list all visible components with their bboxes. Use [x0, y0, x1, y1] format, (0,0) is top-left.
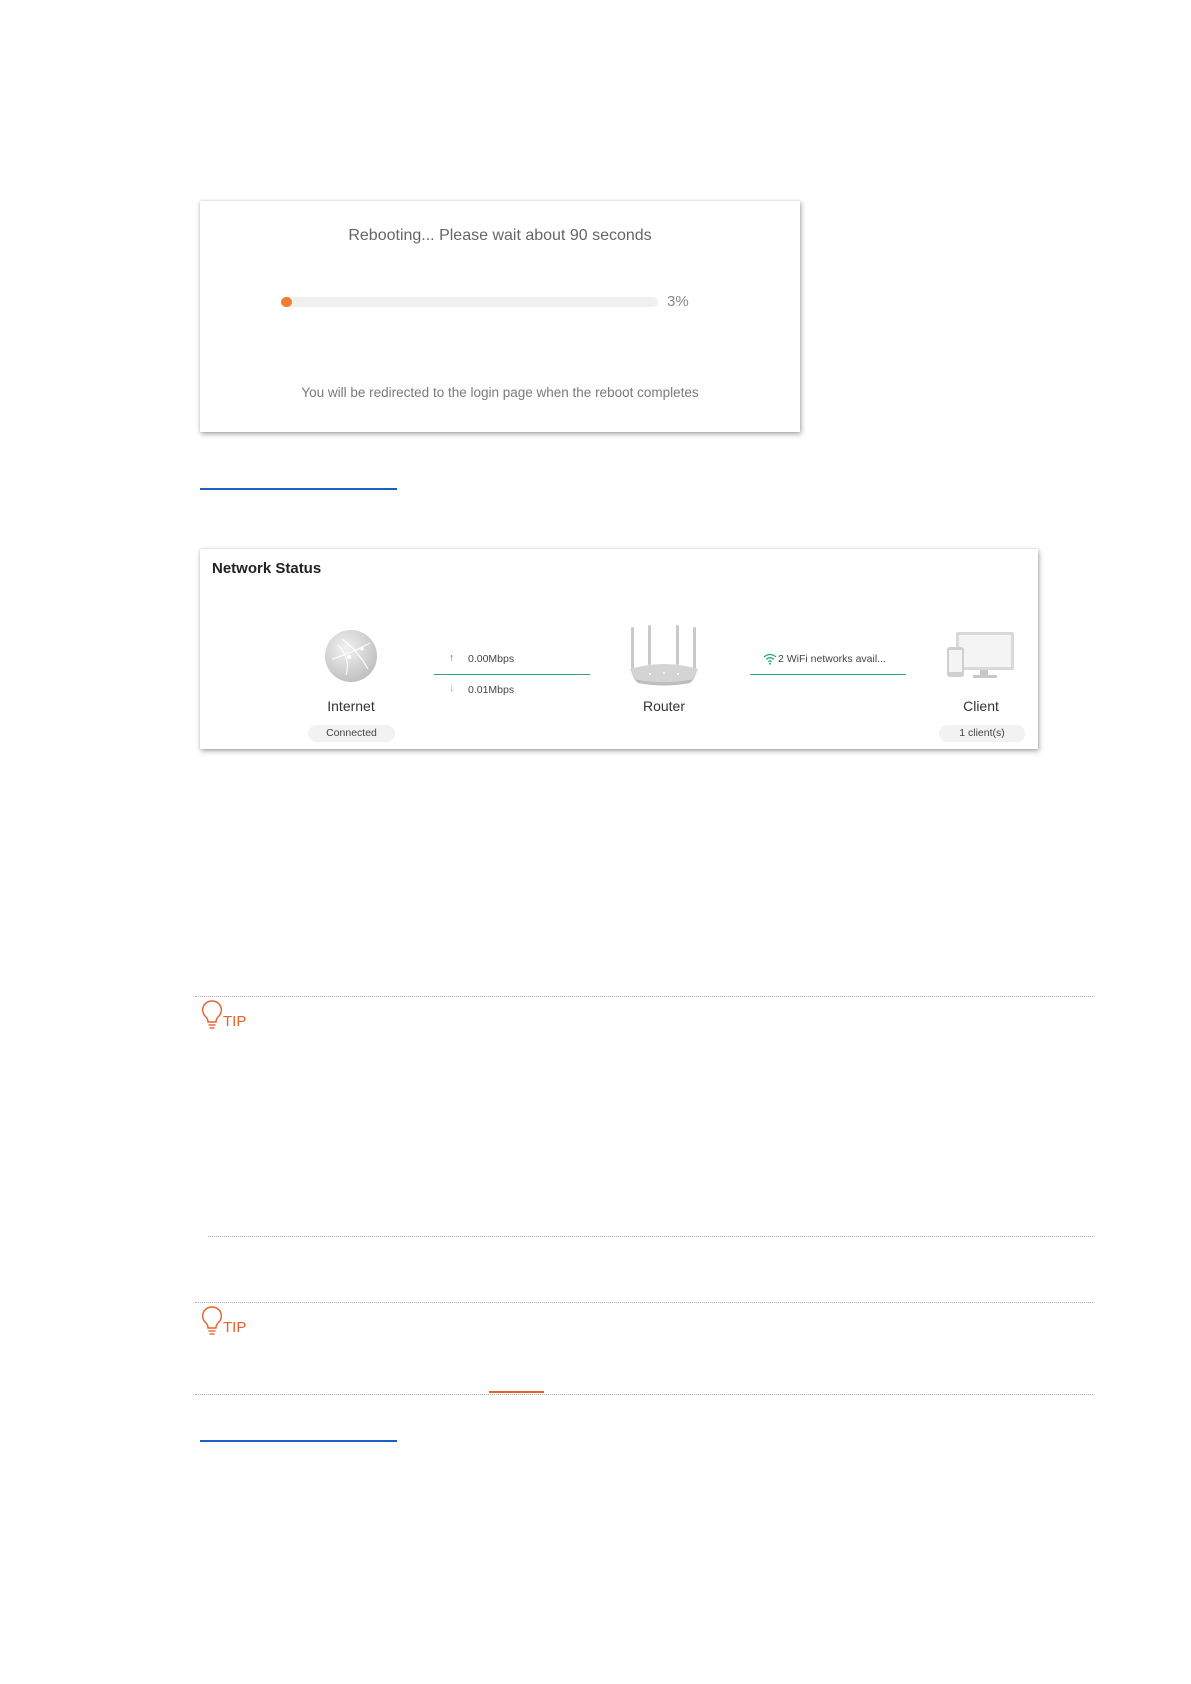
internet-globe-icon [324, 629, 378, 683]
tip-top-divider [195, 996, 1093, 997]
tip-label: TIP [223, 1319, 247, 1336]
upload-speed: 0.00Mbps [468, 653, 515, 665]
link-underline[interactable] [200, 488, 397, 490]
tip-label: TIP [223, 1013, 247, 1030]
link-underline-orange[interactable] [489, 1391, 544, 1393]
client-devices-icon [946, 631, 1016, 681]
wifi-icon [763, 652, 777, 665]
tip-bottom-divider [195, 1394, 1093, 1395]
internet-router-connector [434, 674, 590, 675]
reboot-progress-fill [281, 297, 293, 307]
client-count-badge[interactable]: 1 client(s) [939, 725, 1025, 742]
lightbulb-icon [202, 1000, 222, 1032]
reboot-progress-percent: 3% [667, 293, 689, 310]
router-label: Router [642, 698, 686, 714]
router-client-connector [750, 674, 906, 675]
network-status-title: Network Status [212, 560, 322, 577]
network-status-panel: Network Status Internet Connected ↑ 0.00… [200, 549, 1038, 749]
tip-bottom-divider [208, 1236, 1093, 1237]
internet-status-badge: Connected [308, 725, 395, 742]
reboot-message: Rebooting... Please wait about 90 second… [348, 227, 652, 244]
link-underline[interactable] [200, 1440, 397, 1442]
tip-top-divider [195, 1302, 1093, 1303]
download-arrow-icon: ↓ [449, 682, 455, 694]
wifi-networks-text[interactable]: 2 WiFi networks avail... [778, 653, 886, 665]
upload-arrow-icon: ↑ [449, 652, 455, 664]
reboot-progress-bar [281, 297, 658, 307]
reboot-redirect-note: You will be redirected to the login page… [301, 385, 699, 400]
client-label: Client [963, 698, 999, 714]
lightbulb-icon [202, 1306, 222, 1338]
download-speed: 0.01Mbps [468, 684, 515, 696]
internet-label: Internet [327, 698, 375, 714]
reboot-dialog: Rebooting... Please wait about 90 second… [200, 201, 800, 432]
router-icon [628, 625, 700, 689]
